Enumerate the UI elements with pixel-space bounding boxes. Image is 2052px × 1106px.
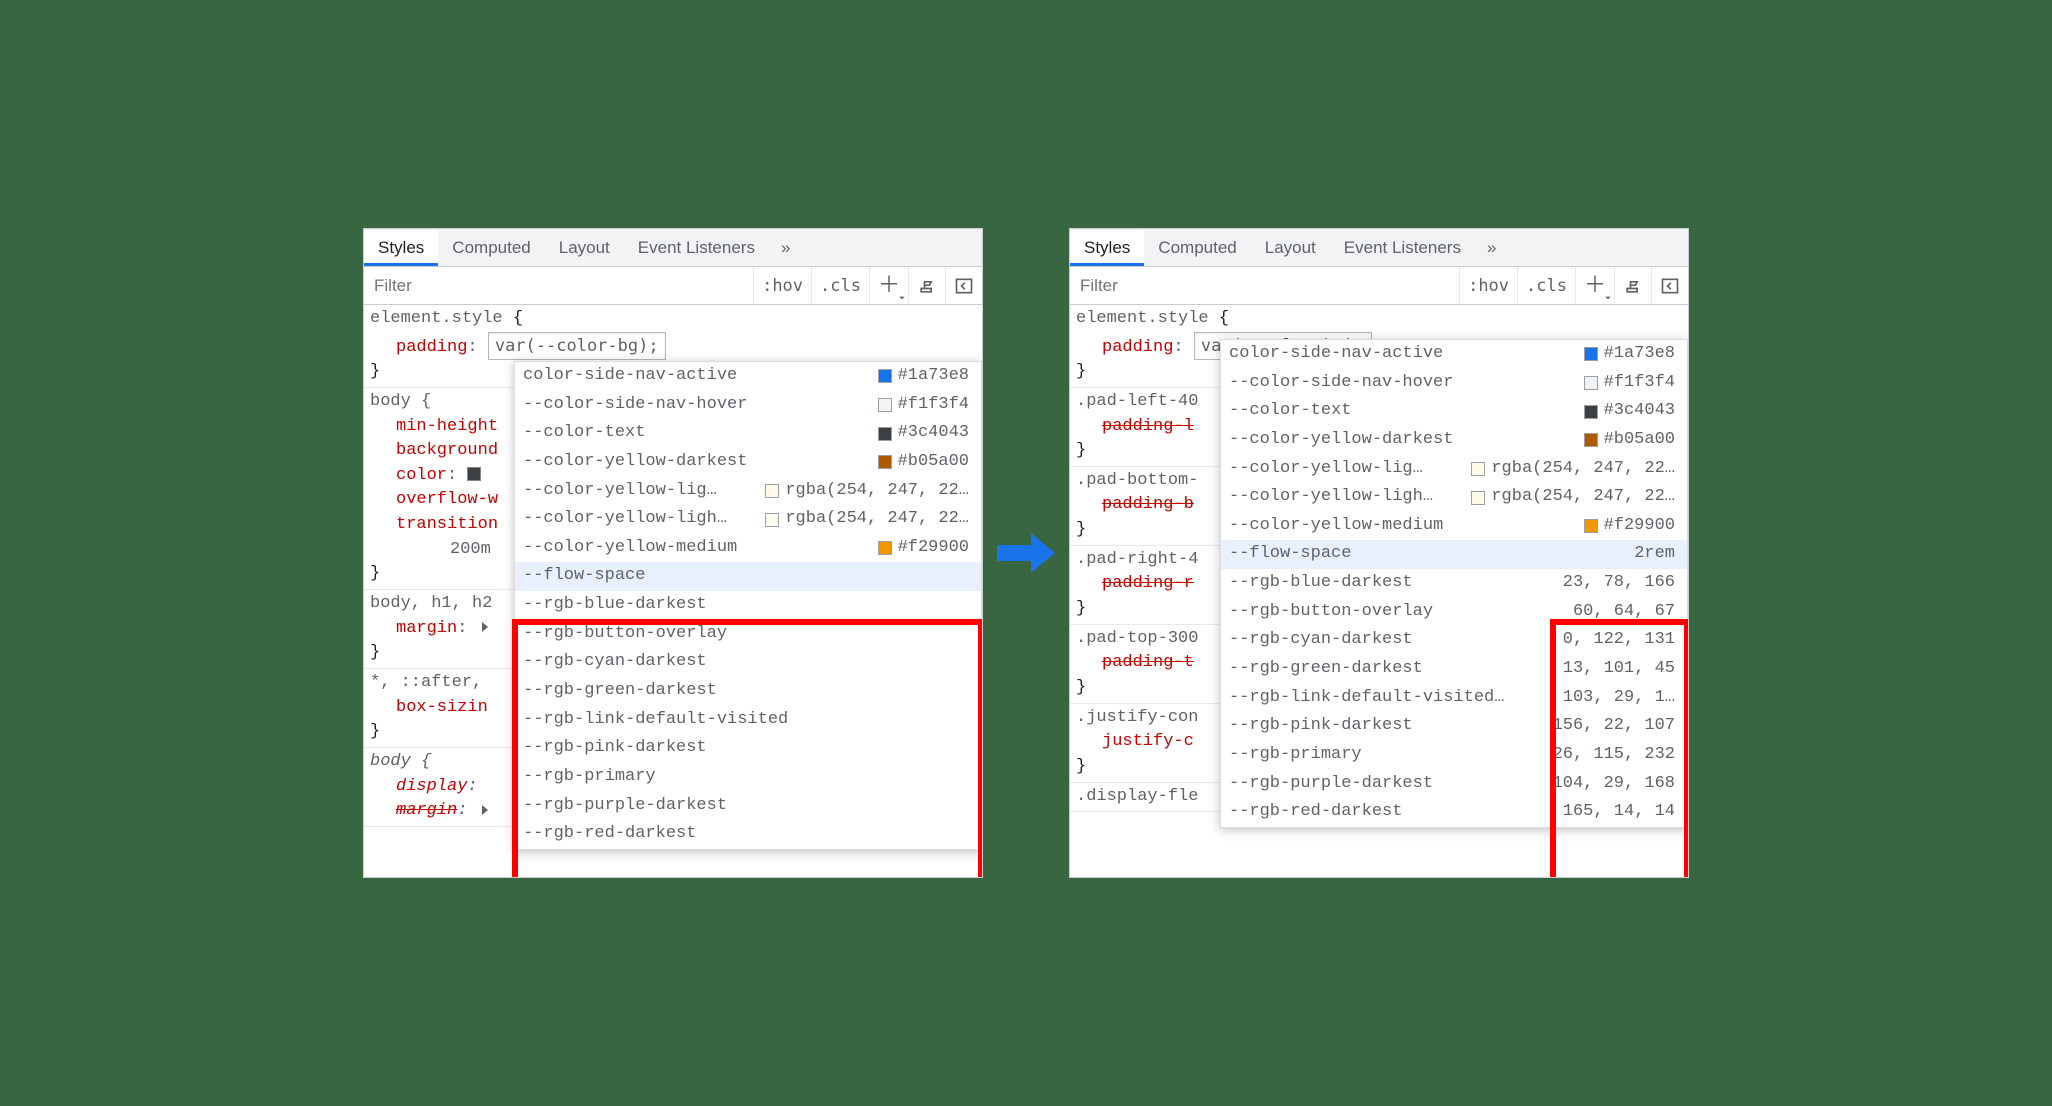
color-swatch-icon xyxy=(878,455,892,469)
tab-more-icon[interactable]: » xyxy=(1475,230,1508,266)
paint-flash-icon[interactable] xyxy=(1614,267,1651,304)
ac-option[interactable]: --rgb-link-default-visited xyxy=(515,706,981,735)
styles-filter-input[interactable] xyxy=(364,270,753,302)
expand-shorthand-icon[interactable] xyxy=(482,622,488,632)
paint-flash-icon[interactable] xyxy=(908,267,945,304)
computed-sidebar-toggle-icon[interactable] xyxy=(1651,267,1688,304)
tab-more-icon[interactable]: » xyxy=(769,230,802,266)
tab-computed[interactable]: Computed xyxy=(438,230,544,266)
tab-layout[interactable]: Layout xyxy=(545,230,624,266)
hov-toggle[interactable]: :hov xyxy=(753,267,811,304)
tab-event-listeners[interactable]: Event Listeners xyxy=(1330,230,1475,266)
color-swatch-icon xyxy=(1584,405,1598,419)
ac-option[interactable]: --color-yellow-ligh…rgba(254, 247, 22… xyxy=(1221,483,1687,512)
expand-shorthand-icon[interactable] xyxy=(482,805,488,815)
ac-option[interactable]: --rgb-cyan-darkest0, 122, 131 xyxy=(1221,626,1687,655)
ac-option[interactable]: --rgb-button-overlay60, 64, 67 xyxy=(1221,598,1687,627)
devtools-styles-panel-before: Styles Computed Layout Event Listeners »… xyxy=(363,228,983,878)
tab-styles[interactable]: Styles xyxy=(1070,230,1144,266)
css-var-autocomplete-dropdown[interactable]: color-side-nav-active#1a73e8--color-side… xyxy=(514,361,982,850)
color-swatch-icon xyxy=(765,513,779,527)
ac-option[interactable]: --color-yellow-darkest#b05a00 xyxy=(1221,426,1687,455)
ac-option[interactable]: --color-yellow-ligh…rgba(254, 247, 22… xyxy=(515,505,981,534)
ac-option[interactable]: --rgb-green-darkest xyxy=(515,677,981,706)
ac-option[interactable]: --color-yellow-darkest#b05a00 xyxy=(515,448,981,477)
color-swatch-icon xyxy=(878,427,892,441)
ac-option[interactable]: --rgb-primary xyxy=(515,763,981,792)
ac-option[interactable]: --color-yellow-lig…rgba(254, 247, 22… xyxy=(515,477,981,506)
ac-option[interactable]: --rgb-cyan-darkest xyxy=(515,648,981,677)
comparison-arrow-icon xyxy=(995,531,1057,575)
color-swatch-icon xyxy=(878,398,892,412)
tab-event-listeners[interactable]: Event Listeners xyxy=(624,230,769,266)
color-swatch-icon xyxy=(765,484,779,498)
ac-option[interactable]: --color-text#3c4043 xyxy=(1221,397,1687,426)
tab-layout[interactable]: Layout xyxy=(1251,230,1330,266)
ac-option[interactable]: --rgb-pink-darkest156, 22, 107 xyxy=(1221,712,1687,741)
ac-option[interactable]: --color-yellow-medium#f29900 xyxy=(515,534,981,563)
ac-option[interactable]: color-side-nav-active#1a73e8 xyxy=(1221,340,1687,369)
ac-option[interactable]: --color-yellow-lig…rgba(254, 247, 22… xyxy=(1221,455,1687,484)
color-swatch-icon[interactable] xyxy=(467,467,481,481)
devtools-styles-panel-after: Styles Computed Layout Event Listeners »… xyxy=(1069,228,1689,878)
ac-option[interactable]: --rgb-primary26, 115, 232 xyxy=(1221,741,1687,770)
cls-toggle[interactable]: .cls xyxy=(811,267,869,304)
styles-filter-input[interactable] xyxy=(1070,270,1459,302)
ac-option[interactable]: --rgb-purple-darkest104, 29, 168 xyxy=(1221,770,1687,799)
new-style-rule-button[interactable]: ＋ xyxy=(869,267,908,304)
color-swatch-icon xyxy=(1584,433,1598,447)
ac-option[interactable]: color-side-nav-active#1a73e8 xyxy=(515,362,981,391)
ac-option[interactable]: --rgb-green-darkest13, 101, 45 xyxy=(1221,655,1687,684)
color-swatch-icon xyxy=(1471,462,1485,476)
styles-rules-list: element.style { padding: var(--color-bg)… xyxy=(364,305,982,877)
ac-option[interactable]: --rgb-button-overlay xyxy=(515,620,981,649)
tab-computed[interactable]: Computed xyxy=(1144,230,1250,266)
ac-option[interactable]: --rgb-blue-darkest xyxy=(515,591,981,620)
ac-option[interactable]: --rgb-red-darkest165, 14, 14 xyxy=(1221,798,1687,827)
ac-option[interactable]: --rgb-link-default-visited…103, 29, 1… xyxy=(1221,684,1687,713)
ac-option[interactable]: --rgb-purple-darkest xyxy=(515,792,981,821)
styles-tabs: Styles Computed Layout Event Listeners » xyxy=(1070,229,1688,267)
css-var-autocomplete-dropdown[interactable]: color-side-nav-active#1a73e8--color-side… xyxy=(1220,339,1688,828)
color-swatch-icon xyxy=(878,541,892,555)
ac-option[interactable]: --flow-space xyxy=(515,562,981,591)
styles-rules-list: element.style { padding: var(--color-bg)… xyxy=(1070,305,1688,877)
color-swatch-icon xyxy=(1471,491,1485,505)
css-value-editor[interactable]: var(--color-bg); xyxy=(488,332,666,361)
color-swatch-icon xyxy=(1584,519,1598,533)
ac-option[interactable]: --flow-space2rem xyxy=(1221,540,1687,569)
ac-option[interactable]: --rgb-pink-darkest xyxy=(515,734,981,763)
styles-toolbar: :hov .cls ＋ xyxy=(364,267,982,305)
ac-option[interactable]: --color-text#3c4043 xyxy=(515,419,981,448)
computed-sidebar-toggle-icon[interactable] xyxy=(945,267,982,304)
ac-option[interactable]: --color-side-nav-hover#f1f3f4 xyxy=(1221,369,1687,398)
styles-toolbar: :hov .cls ＋ xyxy=(1070,267,1688,305)
hov-toggle[interactable]: :hov xyxy=(1459,267,1517,304)
ac-option[interactable]: --rgb-blue-darkest23, 78, 166 xyxy=(1221,569,1687,598)
color-swatch-icon xyxy=(1584,376,1598,390)
cls-toggle[interactable]: .cls xyxy=(1517,267,1575,304)
tab-styles[interactable]: Styles xyxy=(364,230,438,266)
new-style-rule-button[interactable]: ＋ xyxy=(1575,267,1614,304)
styles-tabs: Styles Computed Layout Event Listeners » xyxy=(364,229,982,267)
ac-option[interactable]: --color-yellow-medium#f29900 xyxy=(1221,512,1687,541)
color-swatch-icon xyxy=(1584,347,1598,361)
color-swatch-icon xyxy=(878,369,892,383)
ac-option[interactable]: --rgb-red-darkest xyxy=(515,820,981,849)
ac-option[interactable]: --color-side-nav-hover#f1f3f4 xyxy=(515,391,981,420)
